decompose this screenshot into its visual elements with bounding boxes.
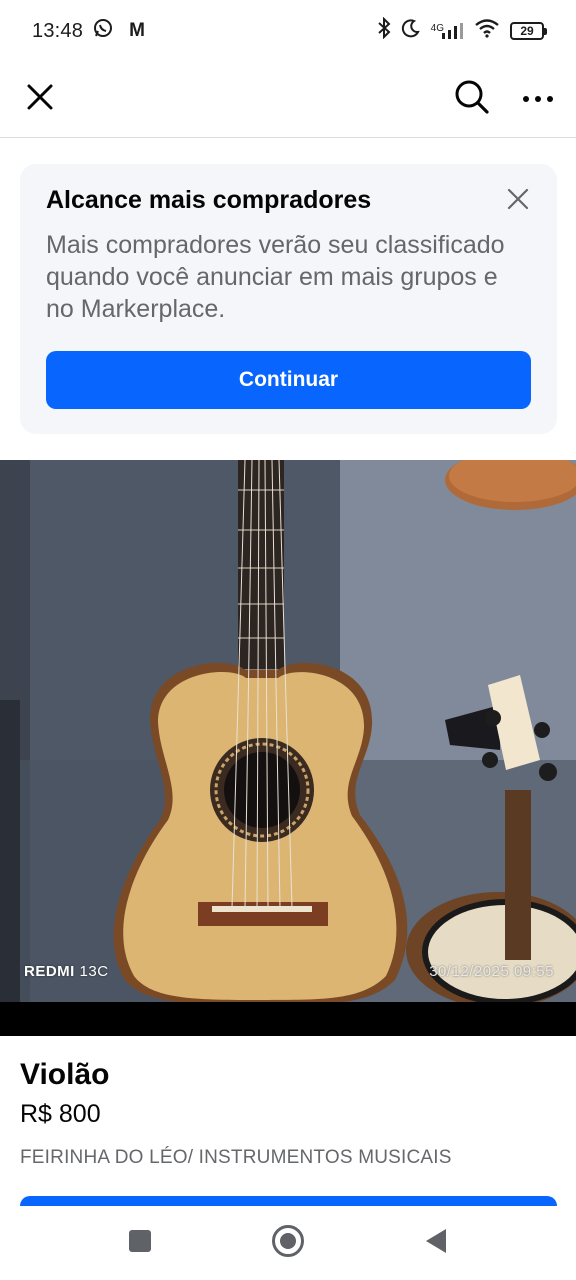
continue-button[interactable]: Continuar	[46, 351, 531, 409]
square-icon	[128, 1229, 152, 1258]
watermark-brand: REDMI	[24, 963, 75, 980]
promo-dismiss-button[interactable]	[503, 186, 533, 216]
status-bar: 13:48 M 4G 29	[0, 0, 576, 62]
status-time: 13:48	[32, 19, 84, 42]
signal-icon: 4G	[431, 21, 464, 41]
back-triangle-icon	[424, 1227, 448, 1260]
system-nav-bar	[0, 1206, 576, 1280]
status-right: 4G 29	[377, 16, 547, 45]
battery-icon: 29	[510, 22, 547, 40]
whatsapp-icon	[93, 18, 113, 44]
status-left: 13:48 M	[32, 18, 145, 44]
listing-photo[interactable]: REDMI 13C 30/12/2025 09:55	[0, 460, 576, 1036]
promo-title: Alcance mais compradores	[46, 186, 372, 214]
listing-title: Violão	[20, 1058, 110, 1091]
gmail-icon: M	[129, 20, 145, 41]
network-type: 4G	[430, 23, 444, 34]
photo-watermark-datetime: 30/12/2025 09:55	[429, 963, 554, 980]
app-header	[0, 62, 576, 138]
moon-icon	[401, 18, 421, 44]
wifi-icon	[474, 18, 500, 44]
promo-body: Mais compradores verão seu classificado …	[46, 231, 505, 323]
header-actions	[454, 79, 556, 120]
listing-category[interactable]: FEIRINHA DO LÉO/ INSTRUMENTOS MUSICAIS	[20, 1147, 452, 1169]
photo-watermark-brand: REDMI 13C	[24, 963, 109, 980]
recent-apps-button[interactable]	[120, 1223, 160, 1263]
close-icon	[26, 83, 54, 116]
listing-price: R$ 800	[20, 1100, 101, 1128]
home-button[interactable]	[268, 1223, 308, 1263]
home-circle-icon	[271, 1224, 305, 1263]
more-options-button[interactable]	[520, 82, 556, 118]
photo-bottom-bar	[0, 1002, 576, 1036]
search-icon	[454, 79, 490, 120]
promo-card: Alcance mais compradores Mais compradore…	[20, 164, 557, 434]
close-button[interactable]	[22, 82, 58, 118]
watermark-model: 13C	[79, 963, 109, 980]
more-icon	[522, 91, 554, 109]
photo-image: REDMI 13C 30/12/2025 09:55	[0, 460, 576, 1002]
close-icon	[507, 188, 529, 215]
bluetooth-icon	[377, 16, 391, 45]
back-button[interactable]	[416, 1223, 456, 1263]
search-button[interactable]	[454, 79, 490, 120]
screen: 13:48 M 4G 29 Alcance mais compradores M…	[0, 0, 576, 1280]
